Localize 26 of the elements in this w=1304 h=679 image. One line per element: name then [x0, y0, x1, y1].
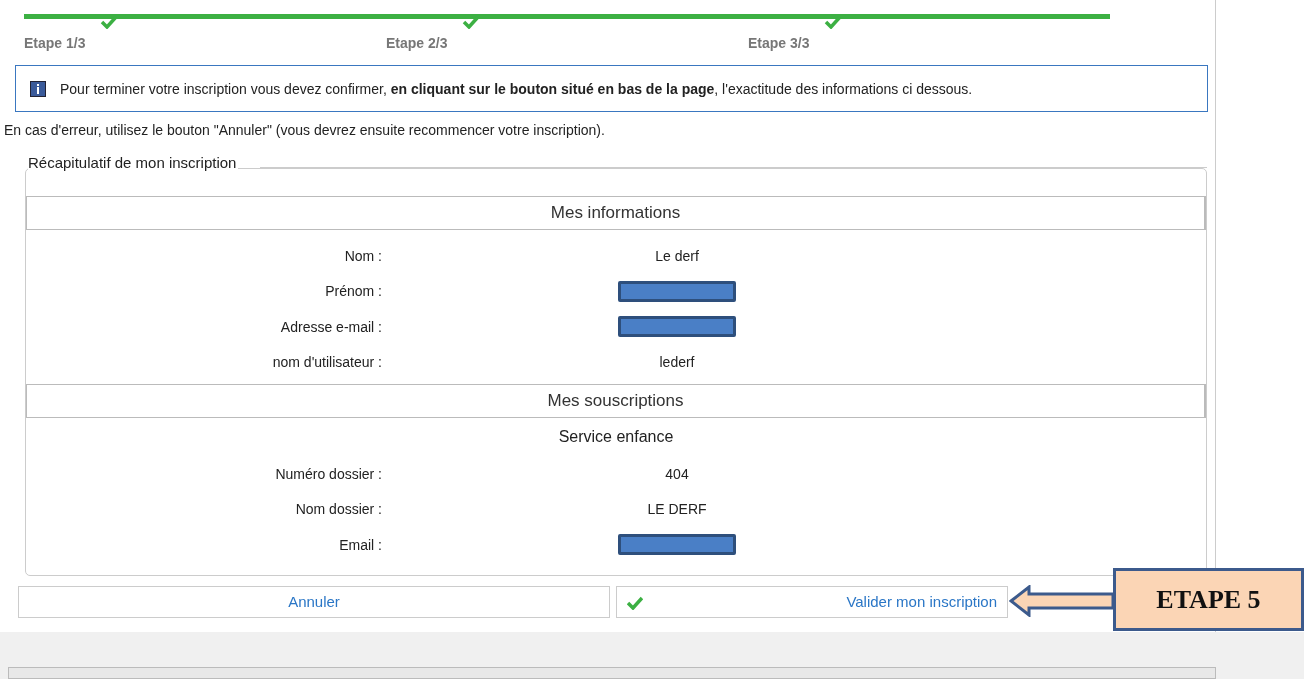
field-value: Le derf	[655, 247, 699, 264]
check-icon	[627, 595, 643, 610]
section-subtitle: Service enfance	[557, 427, 675, 447]
error-note: En cas d'erreur, utilisez le bouton "Annuler" (vous devrez ensuite recommencer votre inscription).	[4, 122, 606, 138]
info-icon	[30, 80, 46, 97]
field-label: Email :	[338, 536, 382, 553]
step-label: Etape 2/3	[386, 35, 448, 51]
field-label: Nom dossier :	[294, 501, 382, 518]
step-label: Etape 1/3	[24, 35, 86, 51]
step-label: Etape 3/3	[748, 35, 810, 51]
step-callout: ETAPE 5	[1113, 568, 1304, 631]
horizontal-scrollbar[interactable]	[8, 667, 1216, 679]
field-label: Adresse e-mail :	[279, 318, 382, 335]
section-header: Mes informations	[26, 196, 1206, 230]
field-label: Nom :	[343, 247, 382, 264]
confirm-button[interactable]: Valider mon inscription	[616, 585, 1008, 618]
section-header: Mes souscriptions	[26, 384, 1206, 418]
field-value: LE DERF	[647, 501, 707, 518]
summary-title: Récapitulatif de mon inscription	[28, 154, 239, 171]
field-label: Numéro dossier :	[274, 465, 382, 482]
field-value: 404	[665, 465, 689, 482]
field-value: lederf	[659, 354, 695, 371]
info-text: Pour terminer votre inscription vous devez confirmer, en cliquant sur le bouton situé en bas de la page, l'exactitude des informations ci dessous.	[60, 80, 973, 97]
cancel-button[interactable]: Annuler	[18, 585, 610, 618]
field-label: Prénom :	[324, 283, 382, 300]
field-label: nom d'utilisateur :	[271, 354, 382, 371]
